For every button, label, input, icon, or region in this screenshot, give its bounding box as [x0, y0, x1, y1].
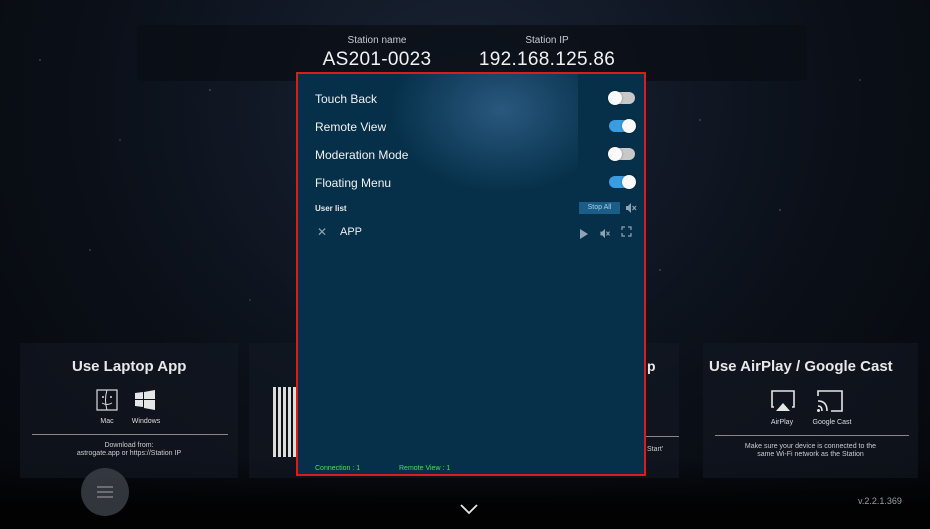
floating-menu-label: Floating Menu — [315, 176, 392, 190]
cast-card: Use AirPlay / Google Cast AirPlay Google… — [703, 343, 918, 478]
download-line-2: astrogate.app or https://Station IP — [76, 450, 182, 457]
cast-card-title: Use AirPlay / Google Cast — [709, 358, 893, 375]
moderation-mode-row: Moderation Mode — [315, 145, 635, 165]
toggle-knob — [608, 147, 622, 161]
menu-button[interactable] — [81, 468, 129, 516]
remote-view-row: Remote View — [315, 117, 636, 137]
toggle-knob — [622, 119, 636, 133]
moderation-mode-toggle[interactable] — [608, 147, 635, 161]
version-label: v.2.2.1.369 — [858, 496, 902, 506]
menu-bar — [97, 496, 113, 498]
qr-code — [273, 387, 297, 457]
connection-count: Connection : 1 — [315, 465, 361, 472]
menu-bar — [97, 491, 113, 493]
fullscreen-icon[interactable] — [621, 224, 632, 242]
play-icon[interactable] — [579, 226, 588, 244]
airplay-label: AirPlay — [770, 419, 794, 426]
station-name-label: Station name — [347, 35, 407, 46]
windows-label: Windows — [131, 418, 161, 425]
remote-view-toggle[interactable] — [609, 119, 636, 133]
mute-icon[interactable] — [599, 226, 611, 244]
mac-finder-icon[interactable] — [96, 389, 118, 416]
station-ip-value: 192.168.125.86 — [478, 49, 616, 70]
user-name: APP — [340, 226, 363, 238]
user-list-label: User list — [315, 204, 347, 213]
mac-label: Mac — [100, 418, 114, 425]
google-cast-label: Google Cast — [812, 419, 852, 426]
laptop-app-card: Use Laptop App Mac Windows Download from… — [20, 343, 238, 478]
toggle-knob — [608, 91, 622, 105]
station-ip-label: Station IP — [525, 35, 569, 46]
user-list-item: ✕ APP — [315, 224, 637, 242]
floating-menu-row: Floating Menu — [315, 173, 636, 193]
touch-back-toggle[interactable] — [608, 91, 635, 105]
close-icon[interactable]: ✕ — [317, 225, 327, 239]
laptop-card-title: Use Laptop App — [72, 358, 187, 375]
cast-card-divider — [715, 435, 909, 436]
airplay-icon[interactable] — [771, 390, 795, 417]
google-cast-icon[interactable] — [817, 390, 843, 417]
station-name-block: Station name AS201-0023 — [317, 35, 437, 71]
middle-card-title-fragment: p — [647, 358, 656, 374]
remote-view-label: Remote View — [315, 120, 387, 134]
laptop-card-divider — [32, 434, 228, 435]
remote-view-count: Remote View : 1 — [399, 465, 451, 472]
touch-back-row: Touch Back — [315, 89, 635, 109]
station-ip-block: Station IP 192.168.125.86 — [467, 35, 627, 71]
middle-card-partial-text: Start' — [647, 446, 664, 453]
moderation-mode-label: Moderation Mode — [315, 148, 409, 162]
touch-back-label: Touch Back — [315, 92, 378, 106]
floating-menu-toggle[interactable] — [609, 175, 636, 189]
settings-panel: Touch Back Remote View Moderation Mode F… — [296, 72, 646, 476]
station-name-value: AS201-0023 — [322, 49, 432, 70]
menu-bar — [97, 486, 113, 488]
chevron-down-icon[interactable] — [460, 502, 478, 520]
toggle-knob — [622, 175, 636, 189]
mute-all-icon[interactable] — [625, 201, 637, 219]
stop-all-button[interactable]: Stop All — [579, 202, 620, 214]
windows-icon[interactable] — [135, 390, 155, 415]
middle-card-divider — [644, 436, 679, 437]
cast-note-line-2: same Wi-Fi network as the Station — [757, 451, 864, 458]
